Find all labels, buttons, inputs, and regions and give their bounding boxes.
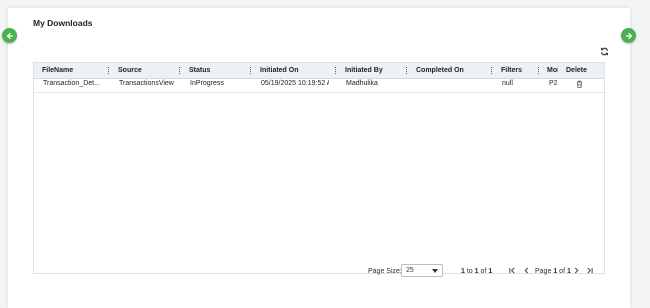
chevron-right-icon	[574, 267, 578, 274]
page-size-select[interactable]: 25	[401, 264, 443, 277]
cell-initiated-by: Madhulika	[346, 80, 378, 87]
pagination-bar: Page Size: 25 1 to 1 of 1 Page 1 of 1	[0, 262, 650, 282]
last-page-button[interactable]	[585, 266, 593, 275]
column-header-initiated-by[interactable]: Initiated By	[345, 63, 405, 78]
column-resize-handle[interactable]	[179, 67, 181, 74]
cell-completed-on	[417, 78, 487, 92]
column-header-source[interactable]: Source	[118, 63, 178, 78]
column-resize-handle[interactable]	[108, 67, 110, 74]
column-header-filters[interactable]: Filters	[501, 63, 531, 78]
chevron-left-icon	[524, 267, 528, 274]
column-resize-handle[interactable]	[538, 67, 540, 74]
arrow-right-icon	[625, 32, 632, 39]
column-header-moi[interactable]: Moi	[547, 63, 558, 78]
cell-initiated-on: 05/19/2025 10:19:52 A	[261, 80, 329, 87]
first-page-button[interactable]	[508, 266, 516, 275]
column-header-initiated-on[interactable]: Initiated On	[260, 63, 330, 78]
grid-header: FileName Source Status Initiated On Init…	[34, 63, 604, 79]
column-resize-handle[interactable]	[250, 67, 252, 74]
cell-filename: Transaction_Det...	[43, 80, 100, 87]
column-resize-handle[interactable]	[335, 67, 337, 74]
page-size-value: 25	[406, 267, 414, 274]
cell-filters: null	[502, 80, 513, 87]
scroll-right-button[interactable]	[621, 28, 636, 43]
refresh-icon	[600, 47, 608, 55]
page-size-label: Page Size:	[368, 268, 402, 275]
column-header-delete: Delete	[566, 67, 588, 74]
column-resize-handle[interactable]	[406, 67, 408, 74]
cell-status: InProgress	[190, 80, 224, 87]
page-title: My Downloads	[33, 18, 93, 28]
column-header-filename[interactable]: FileName	[42, 63, 102, 78]
column-resize-handle[interactable]	[491, 67, 493, 74]
table-row[interactable]: Transaction_Det... TransactionsView InPr…	[34, 78, 604, 93]
next-page-button[interactable]	[572, 266, 580, 275]
page-indicator: Page 1 of 1	[535, 268, 571, 275]
scroll-left-button[interactable]	[2, 28, 17, 43]
delete-row-button[interactable]	[576, 80, 583, 90]
cell-moi: P2	[549, 80, 558, 87]
row-range: 1 to 1 of 1	[461, 268, 493, 275]
first-page-icon	[508, 267, 515, 274]
cell-source: TransactionsView	[119, 80, 174, 87]
refresh-button[interactable]	[598, 45, 610, 57]
previous-page-button[interactable]	[522, 266, 530, 275]
trash-icon	[576, 80, 583, 88]
last-page-icon	[586, 267, 593, 274]
arrow-left-icon	[6, 32, 13, 39]
downloads-grid: FileName Source Status Initiated On Init…	[33, 62, 605, 274]
caret-down-icon	[432, 269, 438, 276]
column-header-completed-on[interactable]: Completed On	[416, 63, 486, 78]
column-header-status[interactable]: Status	[189, 63, 249, 78]
